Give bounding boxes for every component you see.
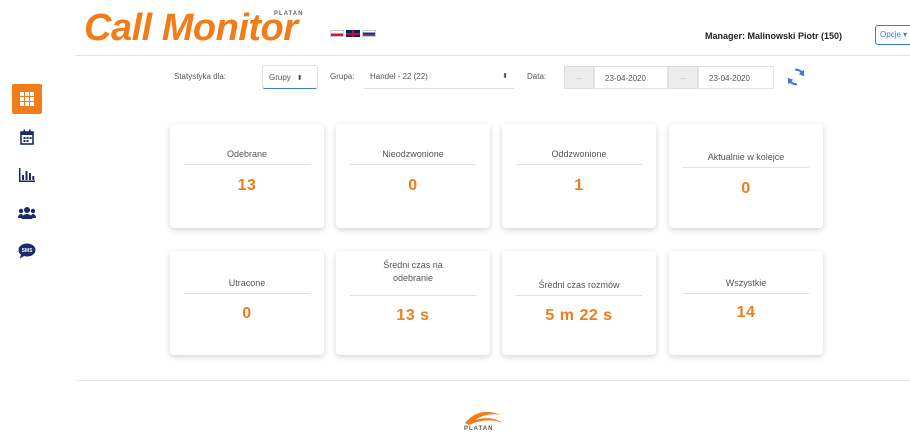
footer-brand: PLATAN	[464, 426, 494, 432]
card-title: Średni czas na odebranie	[383, 260, 443, 283]
filter-bar: Statystyka dla: Grupy ⬍ Grupa: Handel - 2…	[0, 63, 910, 91]
dashboard-grid-icon	[20, 92, 34, 106]
card-value: 1	[574, 177, 584, 194]
group-label: Grupa:	[330, 72, 355, 81]
stat-card-avg-talk-time: Średni czas rozmów 5 m 22 s	[502, 251, 656, 355]
stat-card-lost: Utracone 0	[170, 251, 324, 355]
sidebar-item-dashboard[interactable]	[12, 84, 42, 114]
calendar-icon	[20, 129, 34, 145]
manager-name: Manager: Malinowski Piotr (150)	[705, 31, 843, 41]
sms-icon: SMS	[18, 243, 36, 259]
card-value: 0	[741, 180, 751, 197]
gb-flag-icon[interactable]	[346, 30, 360, 37]
app-logo: Call Monitor PLATAN	[84, 7, 302, 49]
card-divider	[184, 164, 310, 165]
card-value: 13 s	[396, 307, 430, 324]
sidebar-item-statistics[interactable]	[12, 160, 42, 190]
bar-chart-icon	[19, 168, 35, 182]
language-flags	[330, 30, 376, 37]
stats-for-label: Statystyka dla:	[174, 72, 227, 81]
group-select[interactable]: Handel - 22 (22) ⬍	[364, 65, 514, 89]
card-title: Utracone	[228, 278, 266, 288]
refresh-icon[interactable]	[785, 66, 807, 88]
sidebar-item-calendar[interactable]	[12, 122, 42, 152]
sidebar-item-users[interactable]	[12, 198, 42, 228]
footer-divider	[76, 380, 910, 381]
stat-card-not-called-back: Nieodzwonione 0	[336, 124, 490, 228]
card-divider	[516, 295, 642, 296]
card-divider	[516, 164, 642, 165]
stat-card-called-back: Oddzwonione 1	[502, 124, 656, 228]
svg-text:SMS: SMS	[22, 248, 34, 254]
stat-card-in-queue: Aktualnie w kolejce 0	[669, 124, 823, 228]
card-title: Odebrane	[226, 149, 268, 159]
users-icon	[18, 207, 36, 219]
options-button[interactable]: Opcje ▾	[875, 25, 910, 45]
card-value: 0	[408, 177, 418, 194]
stats-for-value: Grupy	[269, 73, 291, 82]
pl-flag-icon[interactable]	[330, 30, 344, 37]
card-divider	[350, 295, 476, 296]
stat-card-all: Wszystkie 14	[669, 251, 823, 355]
logo-text: Call Monitor	[84, 7, 298, 49]
date-from-picker-button[interactable]: ...	[564, 66, 594, 89]
date-to-field[interactable]: 23-04-2020	[698, 66, 774, 89]
stat-card-answered: Odebrane 13	[170, 124, 324, 228]
stats-for-select[interactable]: Grupy ⬍	[262, 65, 318, 89]
ru-flag-icon[interactable]	[362, 30, 376, 37]
card-value: 14	[736, 304, 756, 321]
select-caret-icon: ⬍	[296, 75, 303, 82]
card-value: 13	[237, 177, 257, 194]
card-divider	[184, 293, 310, 294]
card-title: Aktualnie w kolejce	[707, 152, 785, 162]
card-divider	[683, 293, 809, 294]
header-divider	[76, 55, 910, 56]
card-title: Wszystkie	[725, 278, 767, 288]
logo-brand: PLATAN	[274, 11, 304, 17]
card-title: Średni czas rozmów	[538, 280, 620, 290]
card-title: Oddzwonione	[551, 149, 607, 159]
card-title: Nieodzwonione	[382, 149, 444, 159]
stat-card-avg-answer-time: Średni czas na odebranie 13 s	[336, 251, 490, 355]
date-label: Data:	[527, 72, 547, 81]
card-value: 0	[242, 305, 252, 322]
card-divider	[350, 164, 476, 165]
date-to-picker-button[interactable]: ...	[668, 66, 698, 89]
group-value: Handel - 22 (22)	[370, 72, 428, 81]
date-from-field[interactable]: 23-04-2020	[594, 66, 668, 89]
sidebar-item-sms[interactable]: SMS	[12, 236, 42, 266]
select-caret-icon: ⬍	[502, 73, 508, 80]
card-divider	[683, 167, 809, 168]
card-value: 5 m 22 s	[545, 307, 613, 324]
